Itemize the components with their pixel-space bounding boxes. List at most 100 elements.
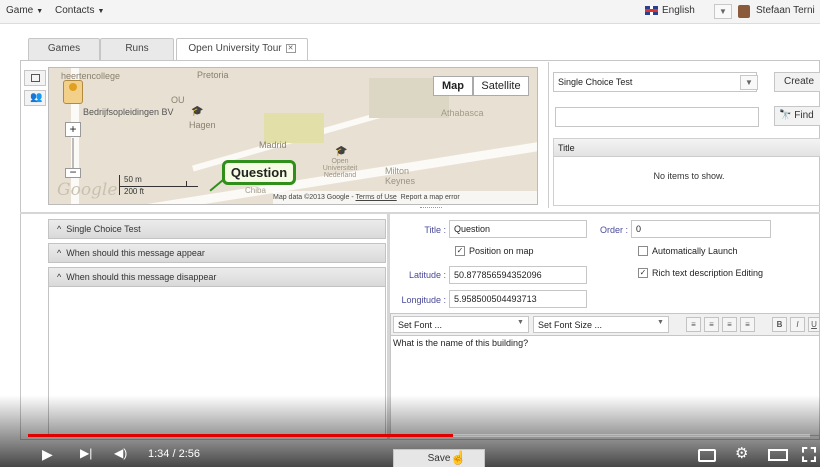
accordion-message-disappear[interactable]: ^ When should this message disappear — [48, 267, 386, 287]
split-handle-horizontal[interactable] — [420, 207, 442, 209]
underline-button[interactable]: U — [808, 317, 820, 332]
list-view-tab[interactable] — [24, 70, 46, 86]
caret-down-icon: ▼ — [97, 8, 105, 15]
align-left-icon: ≡ — [691, 320, 696, 329]
align-left-button[interactable]: ≡ — [686, 317, 701, 332]
create-button[interactable]: Create — [774, 72, 820, 92]
map-view[interactable]: heertencollege Pretoria OU Bedrijfsoplei… — [48, 67, 538, 205]
next-video-icon[interactable]: ▶| — [80, 446, 92, 460]
chevron-down-icon: ▼ — [719, 7, 727, 16]
map-label: Pretoria — [197, 70, 229, 80]
empty-table-message: No items to show. — [653, 171, 725, 181]
italic-icon: I — [796, 320, 799, 329]
people-tab[interactable]: 👥 — [24, 90, 46, 106]
report-error-link[interactable]: Report a map error — [401, 194, 460, 201]
chevron-down-icon: ▼ — [657, 319, 664, 326]
zoom-slider-track[interactable] — [72, 138, 74, 168]
menu-contacts[interactable]: Contacts ▼ — [55, 5, 104, 16]
font-select[interactable]: Set Font ... — [393, 316, 529, 333]
theater-mode-icon[interactable] — [768, 449, 788, 461]
latitude-label: Latitude : — [408, 270, 446, 280]
item-type-select[interactable]: Single Choice Test — [553, 72, 757, 92]
language-dropdown-button[interactable]: ▼ — [714, 4, 732, 19]
rich-text-label: Rich text description Editing — [652, 268, 764, 278]
caret-down-icon: ▼ — [36, 8, 44, 15]
zoom-in-button[interactable]: + — [65, 122, 81, 137]
tab-runs[interactable]: Runs — [100, 38, 174, 60]
fullscreen-icon[interactable] — [802, 447, 816, 462]
map-type-map-button[interactable]: Map — [433, 76, 473, 96]
map-attribution: Map data ©2013 Google - Terms of Use Rep… — [273, 191, 537, 204]
search-input[interactable] — [555, 107, 759, 127]
position-on-map-label: Position on map — [469, 246, 534, 256]
map-label: Open Universiteit Nederland — [322, 158, 358, 179]
graduation-cap-icon: 🎓 — [191, 106, 204, 117]
map-type-satellite-button[interactable]: Satellite — [473, 76, 529, 96]
font-size-select[interactable]: Set Font Size ... — [533, 316, 669, 333]
map-label: Athabasca — [441, 108, 484, 118]
graduation-cap-icon: 🎓 — [335, 146, 348, 157]
save-button[interactable]: Save — [393, 449, 485, 467]
tab-open-university-tour[interactable]: Open University Tour ✕ — [176, 38, 308, 61]
map-label: OU — [171, 95, 185, 105]
map-park — [264, 113, 324, 143]
longitude-input[interactable]: 5.958500504493713 — [449, 290, 587, 308]
latitude-input[interactable]: 50.877856594352096 — [449, 266, 587, 284]
plus-icon: + — [69, 122, 77, 136]
accordion-message-appear[interactable]: ^ When should this message appear — [48, 243, 386, 263]
justify-icon: ≡ — [745, 320, 750, 329]
chevron-up-icon: ^ — [57, 272, 62, 282]
hand-cursor-icon: ☝ — [450, 450, 467, 465]
map-scale: 50 m 200 ft — [119, 175, 199, 196]
zoom-out-button[interactable]: − — [65, 166, 81, 178]
video-time: 1:34 / 2:56 — [148, 448, 200, 460]
align-center-icon: ≡ — [709, 320, 714, 329]
language-selector[interactable]: English — [645, 5, 695, 16]
video-progress-played — [28, 434, 454, 437]
accordion-single-choice-test[interactable]: ^ Single Choice Test — [48, 219, 386, 239]
settings-gear-icon[interactable]: ⚙ — [735, 444, 748, 462]
align-right-icon: ≡ — [727, 320, 732, 329]
window-icon — [31, 74, 40, 82]
justify-button[interactable]: ≡ — [740, 317, 755, 332]
longitude-label: Longitude : — [401, 295, 446, 305]
table-header-title[interactable]: Title — [554, 139, 820, 157]
chevron-down-icon: ▼ — [745, 78, 753, 87]
auto-launch-checkbox[interactable] — [638, 246, 648, 256]
menu-game[interactable]: Game ▼ — [6, 5, 43, 16]
tab-games[interactable]: Games — [28, 38, 100, 60]
item-type-dropdown-button[interactable]: ▼ — [740, 75, 758, 90]
people-icon: 👥 — [30, 92, 43, 103]
subtitles-icon[interactable] — [698, 449, 716, 462]
volume-icon[interactable]: ◀) — [114, 446, 127, 460]
title-label: Title : — [424, 225, 446, 235]
underline-icon: U — [811, 320, 817, 329]
find-button[interactable]: 🔭 Find — [774, 106, 820, 126]
street-view-pegman[interactable] — [63, 80, 83, 104]
google-logo: Google — [57, 180, 118, 200]
map-label: Bedrijfsopleidingen BV — [83, 107, 174, 117]
bold-icon: B — [776, 320, 783, 329]
map-label: Chiba — [245, 186, 266, 195]
play-icon[interactable]: ▶ — [42, 446, 53, 463]
map-label: Madrid — [259, 140, 287, 150]
chevron-up-icon: ^ — [57, 248, 62, 258]
rich-text-checkbox[interactable]: ✓ — [638, 268, 648, 278]
top-menu-bar: Game ▼ Contacts ▼ English ▼ Stefaan Terni — [0, 0, 820, 24]
terms-link[interactable]: Terms of Use — [356, 194, 397, 201]
user-name[interactable]: Stefaan Terni — [756, 5, 815, 16]
user-avatar — [738, 5, 750, 18]
items-table: Title No items to show. — [553, 138, 820, 206]
bold-button[interactable]: B — [772, 317, 787, 332]
align-right-button[interactable]: ≡ — [722, 317, 737, 332]
position-on-map-checkbox[interactable]: ✓ — [455, 246, 465, 256]
close-tab-icon[interactable]: ✕ — [285, 43, 296, 53]
chevron-down-icon: ▼ — [517, 319, 524, 326]
order-input[interactable]: 0 — [631, 220, 771, 238]
align-center-button[interactable]: ≡ — [704, 317, 719, 332]
title-input[interactable]: Question — [449, 220, 587, 238]
question-map-marker[interactable]: Question — [222, 160, 296, 185]
italic-button[interactable]: I — [790, 317, 805, 332]
auto-launch-label: Automatically Launch — [652, 246, 738, 256]
map-label: Hagen — [189, 120, 216, 130]
